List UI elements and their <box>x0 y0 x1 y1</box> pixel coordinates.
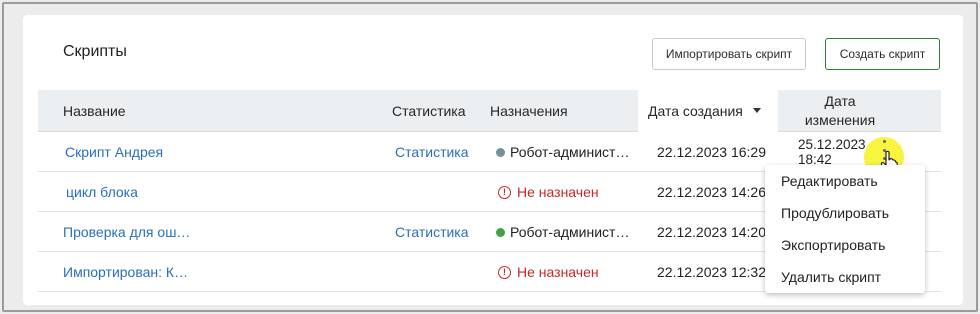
warning-circle-icon: ! <box>498 265 511 279</box>
script-name-link[interactable]: Проверка для ош… <box>63 212 203 252</box>
assignment-cell: Робот-админист… <box>496 132 631 172</box>
assignment-label: Робот-админист… <box>510 144 630 160</box>
page-title: Скрипты <box>63 43 127 60</box>
status-dot-grey-icon <box>496 147 505 157</box>
menu-item-duplicate[interactable]: Продублировать <box>765 197 925 229</box>
created-date: 22.12.2023 14:26 <box>657 184 766 200</box>
menu-item-edit[interactable]: Редактировать <box>765 165 925 197</box>
script-name-link[interactable]: Импортирован: К… <box>63 252 203 292</box>
assignment-cell: ! Не назначен <box>496 252 631 292</box>
import-script-button[interactable]: Импортировать скрипт <box>652 38 806 70</box>
column-header-created[interactable]: Дата создания <box>638 90 778 132</box>
menu-item-export[interactable]: Экспортировать <box>765 229 925 261</box>
column-header-assignments[interactable]: Назначения <box>490 90 568 132</box>
assignment-label: Робот-админист… <box>510 224 630 240</box>
row-actions-menu: Редактировать Продублировать Экспортиров… <box>765 165 925 293</box>
column-header-modified-line1: Дата <box>824 93 856 109</box>
script-name-link[interactable]: Скрипт Андрея <box>65 132 205 172</box>
column-header-name[interactable]: Название <box>63 90 126 132</box>
status-dot-green-icon <box>496 227 505 237</box>
assignment-cell: ! Не назначен <box>496 172 631 212</box>
assignment-label: Не назначен <box>517 264 599 280</box>
warning-circle-icon: ! <box>498 185 511 199</box>
sort-desc-icon <box>752 108 761 113</box>
statistics-link[interactable]: Статистика <box>395 132 469 172</box>
create-script-button[interactable]: Создать скрипт <box>825 38 940 70</box>
created-date: 22.12.2023 14:20 <box>657 224 766 240</box>
created-date: 22.12.2023 12:32 <box>657 264 766 280</box>
created-date: 22.12.2023 16:29 <box>657 144 766 160</box>
column-header-statistics[interactable]: Статистика <box>392 90 466 132</box>
column-header-modified[interactable]: Дата изменения <box>800 90 880 132</box>
menu-item-delete[interactable]: Удалить скрипт <box>765 261 925 293</box>
assignment-cell: Робот-админист… <box>496 212 631 252</box>
column-header-modified-line2: изменения <box>804 112 876 128</box>
assignment-label: Не назначен <box>517 184 599 200</box>
table-header: Название Статистика Назначения Дата созд… <box>38 90 941 132</box>
modified-date-day: 25.12.2023 <box>798 137 866 152</box>
statistics-link[interactable]: Статистика <box>395 212 469 252</box>
script-name-link[interactable]: цикл блока <box>66 172 206 212</box>
column-header-created-label: Дата создания <box>648 102 743 119</box>
